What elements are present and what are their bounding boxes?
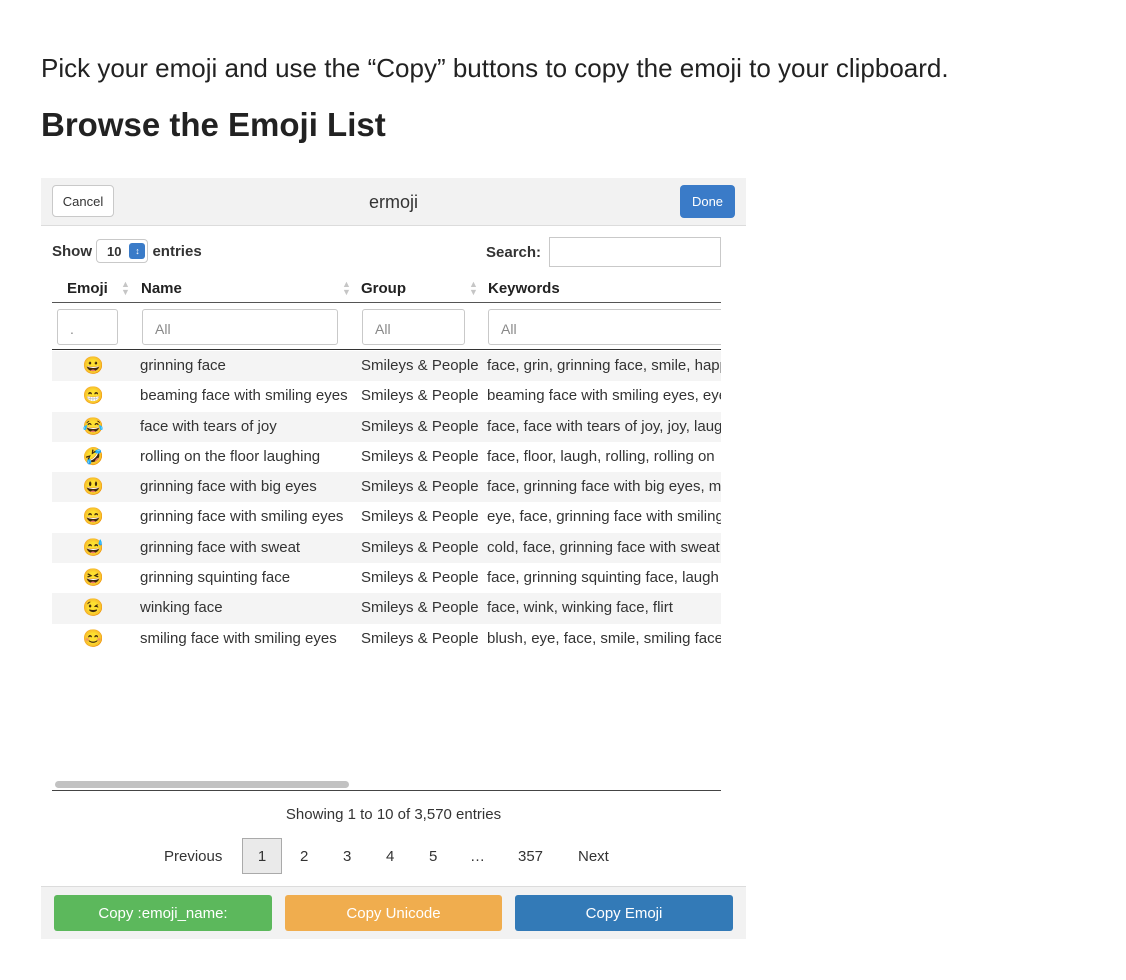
- sort-icon: ▲ ▼: [121, 279, 130, 297]
- entries-length-control: Show 10 ↕ entries: [52, 239, 202, 263]
- group-cell: Smileys & People: [361, 417, 479, 435]
- table-info-text: Showing 1 to 10 of 3,570 entries: [285, 806, 502, 823]
- search-label: Search:: [486, 244, 542, 261]
- emoji-cell: 😉: [82, 598, 105, 618]
- emoji-table-body: 😀 grinning face Smileys & People face, g…: [52, 351, 721, 654]
- keywords-filter-input[interactable]: All: [488, 309, 721, 345]
- intro-text: Pick your emoji and use the “Copy” butto…: [41, 53, 949, 83]
- pagination-page-2[interactable]: 2: [300, 838, 308, 874]
- dialog-header: Cancel ermoji Done: [41, 178, 746, 226]
- emoji-picker-dialog: Cancel ermoji Done Show 10 ↕ entries Sea…: [41, 178, 746, 939]
- name-cell: winking face: [140, 599, 223, 617]
- emoji-cell: 😊: [82, 628, 105, 648]
- horizontal-scrollbar[interactable]: [55, 781, 349, 788]
- table-row[interactable]: 😆 grinning squinting face Smileys & Peop…: [52, 563, 721, 593]
- filter-divider: [52, 349, 721, 350]
- pagination-next[interactable]: Next: [578, 838, 609, 874]
- pagination-page-4[interactable]: 4: [386, 838, 394, 874]
- group-cell: Smileys & People: [361, 478, 479, 496]
- name-cell: rolling on the floor laughing: [140, 447, 321, 465]
- copy-unicode-button[interactable]: Copy Unicode: [285, 895, 502, 931]
- group-cell: Smileys & People: [361, 387, 479, 405]
- entries-select[interactable]: 10 ↕: [96, 239, 149, 263]
- keywords-cell: cold, face, grinning face with sweat: [487, 538, 720, 556]
- column-header-emoji[interactable]: Emoji: [67, 280, 108, 297]
- name-cell: grinning face with sweat: [140, 538, 301, 556]
- keywords-cell: face, floor, laugh, rolling, rolling on: [487, 447, 715, 465]
- name-cell: grinning face: [140, 357, 226, 374]
- sort-icon: ▲ ▼: [469, 279, 478, 297]
- entries-select-value: 10: [107, 243, 122, 259]
- column-header-name[interactable]: Name: [141, 280, 182, 297]
- emoji-cell: 😅: [82, 537, 105, 557]
- emoji-cell: 😀: [82, 356, 105, 375]
- group-cell: Smileys & People: [361, 599, 479, 617]
- emoji-cell: 😆: [82, 568, 105, 588]
- name-cell: grinning face with smiling eyes: [140, 508, 344, 526]
- keywords-cell: beaming face with smiling eyes, eye: [487, 387, 721, 405]
- keywords-cell: blush, eye, face, smile, smiling face: [487, 629, 721, 647]
- pagination-page-3[interactable]: 3: [343, 838, 351, 874]
- done-button[interactable]: Done: [680, 185, 735, 218]
- group-cell: Smileys & People: [361, 357, 479, 374]
- group-cell: Smileys & People: [361, 629, 479, 647]
- name-filter-input[interactable]: All: [142, 309, 338, 345]
- column-header-keywords[interactable]: Keywords: [488, 280, 560, 297]
- header-divider: [52, 302, 721, 303]
- entries-label: entries: [152, 242, 202, 260]
- table-row[interactable]: 😄 grinning face with smiling eyes Smiley…: [52, 502, 721, 532]
- emoji-cell: 😁: [82, 386, 105, 406]
- pagination-previous[interactable]: Previous: [164, 838, 222, 874]
- keywords-cell: face, face with tears of joy, joy, laugh: [487, 417, 721, 435]
- name-cell: beaming face with smiling eyes: [140, 387, 348, 405]
- group-cell: Smileys & People: [361, 569, 479, 587]
- column-header-group[interactable]: Group: [361, 280, 406, 297]
- keywords-cell: face, grinning face with big eyes, mouth: [487, 478, 721, 496]
- table-row[interactable]: 😊 smiling face with smiling eyes Smileys…: [52, 624, 721, 654]
- table-bottom-divider: [52, 790, 721, 791]
- keywords-cell: face, wink, winking face, flirt: [487, 599, 673, 617]
- dialog-title: ermoji: [368, 192, 418, 212]
- pagination-page-5[interactable]: 5: [429, 838, 437, 874]
- search-input[interactable]: [549, 237, 721, 267]
- name-cell: grinning squinting face: [140, 569, 291, 587]
- keywords-cell: eye, face, grinning face with smiling: [487, 508, 721, 526]
- emoji-cell: 🤣: [82, 446, 105, 466]
- emoji-cell: 😄: [82, 507, 105, 527]
- copy-emoji-button[interactable]: Copy Emoji: [515, 895, 733, 931]
- pagination-page-1[interactable]: 1: [242, 838, 282, 874]
- pagination-page-last[interactable]: 357: [518, 838, 543, 874]
- table-row[interactable]: 😃 grinning face with big eyes Smileys & …: [52, 472, 721, 503]
- name-cell: grinning face with big eyes: [140, 478, 317, 496]
- name-cell: face with tears of joy: [140, 417, 277, 435]
- group-cell: Smileys & People: [361, 447, 479, 465]
- copy-emoji-name-button[interactable]: Copy :emoji_name:: [54, 895, 272, 931]
- emoji-cell: 😃: [82, 477, 105, 497]
- emoji-filter-input[interactable]: .: [57, 309, 118, 345]
- group-cell: Smileys & People: [361, 508, 479, 526]
- pagination-ellipsis: …: [470, 847, 485, 865]
- table-row[interactable]: 😀 grinning face Smileys & People face, g…: [52, 351, 721, 382]
- group-filter-input[interactable]: All: [362, 309, 465, 345]
- group-cell: Smileys & People: [361, 538, 479, 556]
- copy-action-bar: Copy :emoji_name: Copy Unicode Copy Emoj…: [41, 886, 746, 939]
- table-row[interactable]: 😂 face with tears of joy Smileys & Peopl…: [52, 411, 721, 442]
- sort-icon: ▲ ▼: [342, 279, 351, 297]
- show-label: Show: [52, 242, 92, 260]
- table-row[interactable]: 😉 winking face Smileys & People face, wi…: [52, 593, 721, 624]
- select-arrows-icon: ↕: [129, 243, 146, 259]
- keywords-cell: face, grin, grinning face, smile, happy: [487, 357, 721, 374]
- name-cell: smiling face with smiling eyes: [140, 629, 337, 647]
- table-row[interactable]: 🤣 rolling on the floor laughing Smileys …: [52, 442, 721, 472]
- keywords-cell: face, grinning squinting face, laugh: [487, 569, 719, 587]
- table-row[interactable]: 😅 grinning face with sweat Smileys & Peo…: [52, 532, 721, 564]
- table-row[interactable]: 😁 beaming face with smiling eyes Smileys…: [52, 381, 721, 411]
- page-heading: Browse the Emoji List: [41, 106, 386, 143]
- emoji-cell: 😂: [82, 416, 105, 436]
